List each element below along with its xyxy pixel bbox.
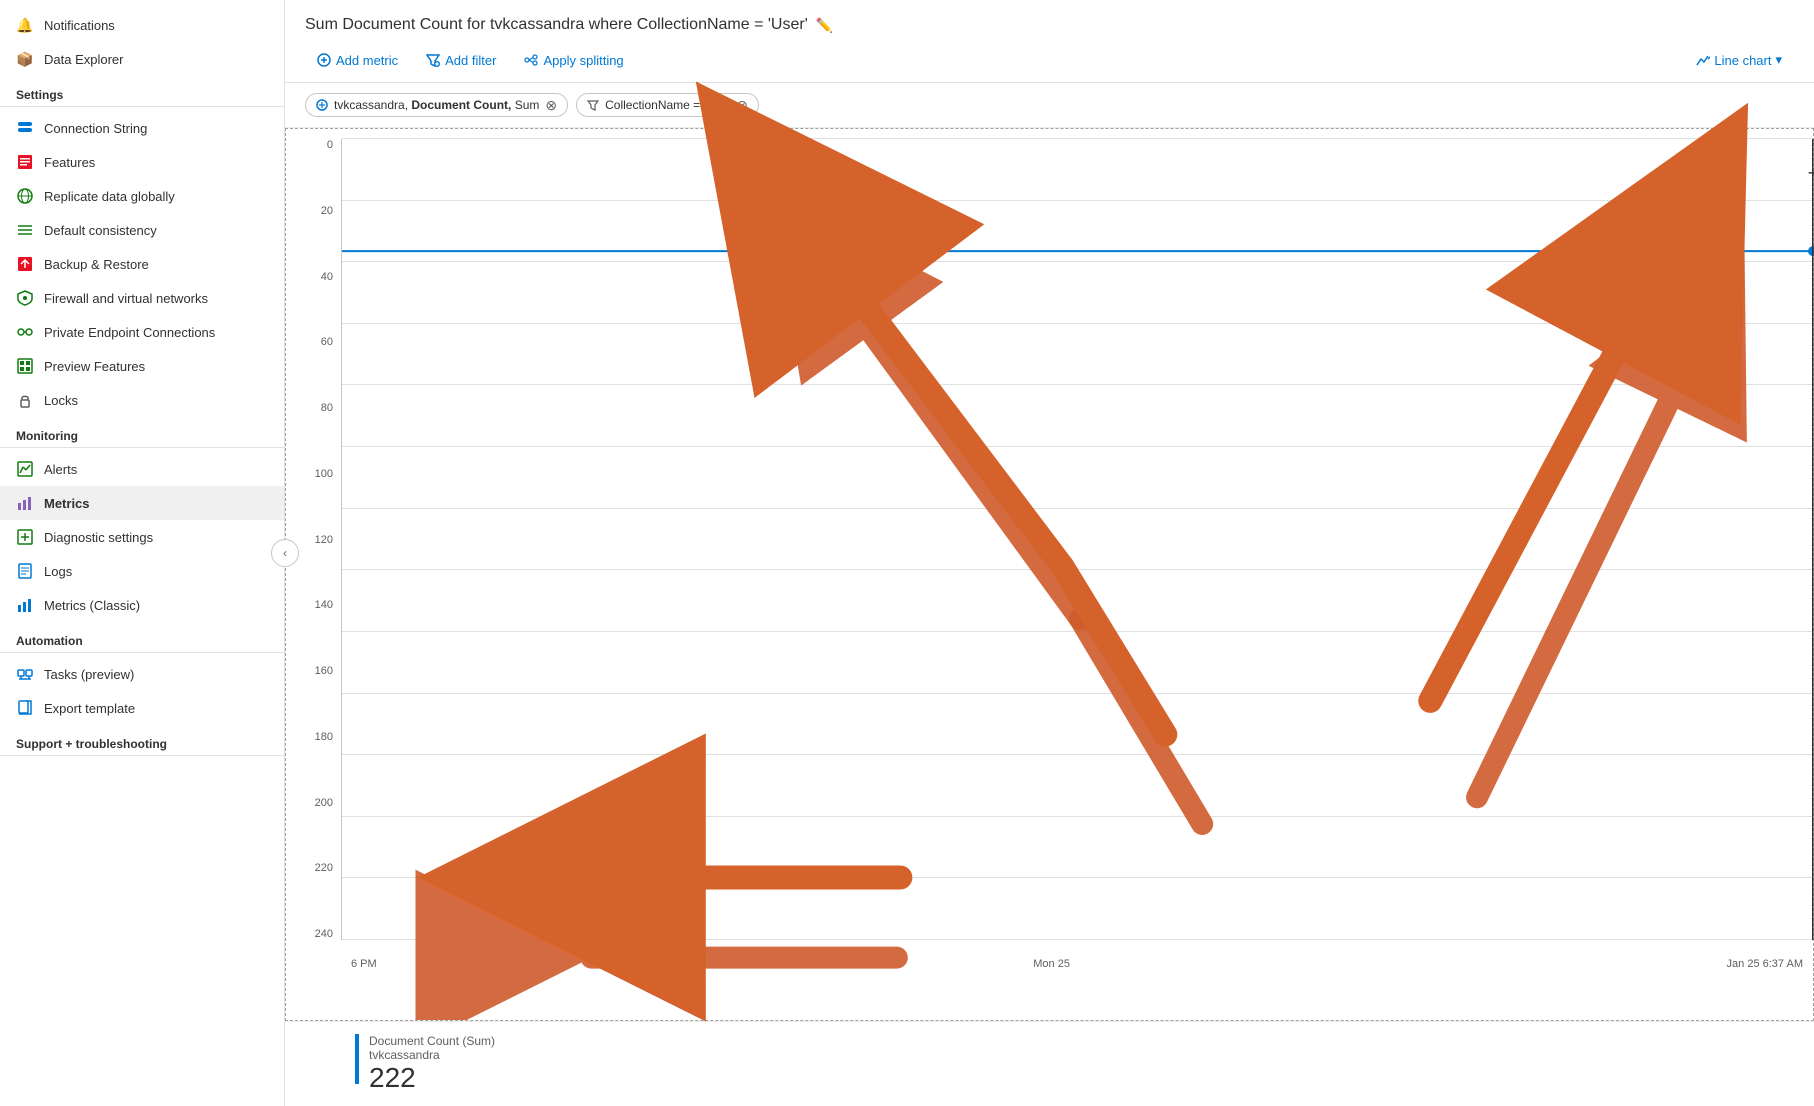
- sidebar-item-backup-restore[interactable]: Backup & Restore: [0, 247, 284, 281]
- endpoint-icon: [16, 323, 34, 341]
- add-metric-button[interactable]: Add metric: [305, 47, 410, 74]
- tasks-icon: [16, 665, 34, 683]
- sidebar-item-tasks[interactable]: Tasks (preview): [0, 657, 284, 691]
- database-icon: [16, 119, 34, 137]
- sidebar-item-data-explorer[interactable]: 📦 Data Explorer: [0, 42, 284, 76]
- chart-header: Sum Document Count for tvkcassandra wher…: [285, 0, 1814, 83]
- sidebar-item-label: Firewall and virtual networks: [44, 291, 208, 306]
- metric-pill-icon: [316, 99, 328, 111]
- chart-title: Sum Document Count for tvkcassandra wher…: [305, 16, 1794, 34]
- sidebar-item-private-endpoint[interactable]: Private Endpoint Connections: [0, 315, 284, 349]
- line-chart-button[interactable]: Line chart ▾: [1684, 46, 1794, 74]
- sidebar-item-label: Data Explorer: [44, 52, 123, 67]
- sidebar-collapse-button[interactable]: ‹: [271, 539, 299, 567]
- sidebar-item-default-consistency[interactable]: Default consistency: [0, 213, 284, 247]
- sidebar-item-label: Default consistency: [44, 223, 157, 238]
- sidebar-item-label: Locks: [44, 393, 78, 408]
- y-axis: 240 220 200 180 160 140 120 100 80 60 40…: [286, 139, 341, 940]
- main-content: Sum Document Count for tvkcassandra wher…: [285, 0, 1814, 1106]
- chart-area: 240 220 200 180 160 140 120 100 80 60 40…: [285, 128, 1814, 1021]
- x-axis: 6 PM Mon 25 Jan 25 6:37 AM: [341, 958, 1813, 970]
- legend-value: 222: [369, 1062, 495, 1094]
- consistency-icon: [16, 221, 34, 239]
- features-icon: [16, 153, 34, 171]
- sidebar-item-alerts[interactable]: Alerts: [0, 452, 284, 486]
- backup-icon: [16, 255, 34, 273]
- sidebar-item-preview-features[interactable]: Preview Features: [0, 349, 284, 383]
- sidebar-item-label: Diagnostic settings: [44, 530, 153, 545]
- sidebar: 🔔 Notifications 📦 Data Explorer Settings…: [0, 0, 285, 1106]
- sidebar-item-label: Backup & Restore: [44, 257, 149, 272]
- sidebar-item-label: Export template: [44, 701, 135, 716]
- diagnostic-icon: [16, 528, 34, 546]
- chart-grid: + +: [341, 139, 1813, 940]
- legend-series-label: Document Count (Sum): [369, 1034, 495, 1048]
- sidebar-item-label: Connection String: [44, 121, 147, 136]
- filter-bar: tvkcassandra, Document Count, Sum ⊗ Coll…: [285, 83, 1814, 128]
- sidebar-item-metrics-classic[interactable]: Metrics (Classic): [0, 588, 284, 622]
- export-icon: [16, 699, 34, 717]
- metrics-classic-icon: [16, 596, 34, 614]
- sidebar-item-locks[interactable]: Locks: [0, 383, 284, 417]
- settings-section: Settings: [0, 76, 284, 107]
- apply-splitting-button[interactable]: Apply splitting: [512, 47, 635, 74]
- sidebar-item-replicate[interactable]: Replicate data globally: [0, 179, 284, 213]
- sidebar-item-label: Alerts: [44, 462, 77, 477]
- x-label-jan25: Jan 25 6:37 AM: [1727, 958, 1803, 970]
- add-filter-icon: [426, 53, 440, 67]
- firewall-icon: [16, 289, 34, 307]
- metric-pill-text: tvkcassandra, Document Count, Sum: [334, 98, 539, 112]
- alerts-icon: [16, 460, 34, 478]
- add-metric-icon: [317, 53, 331, 67]
- filter-pill-icon: [587, 99, 599, 111]
- automation-section: Automation: [0, 622, 284, 653]
- sidebar-item-label: Tasks (preview): [44, 667, 134, 682]
- monitoring-section: Monitoring: [0, 417, 284, 448]
- x-label-mon25: Mon 25: [1033, 958, 1070, 970]
- sidebar-item-features[interactable]: Features: [0, 145, 284, 179]
- edit-icon[interactable]: ✏️: [816, 17, 833, 34]
- dropdown-chevron-icon: ▾: [1775, 52, 1782, 68]
- preview-icon: [16, 357, 34, 375]
- sidebar-item-connection-string[interactable]: Connection String: [0, 111, 284, 145]
- logs-icon: [16, 562, 34, 580]
- collection-filter-pill[interactable]: CollectionName = User ⊗: [576, 93, 759, 117]
- chart-line-svg: +: [342, 139, 1813, 940]
- sidebar-item-firewall[interactable]: Firewall and virtual networks: [0, 281, 284, 315]
- sidebar-item-label: Notifications: [44, 18, 115, 33]
- sidebar-item-label: Metrics: [44, 496, 90, 511]
- splitting-icon: [524, 53, 538, 67]
- sidebar-item-label: Metrics (Classic): [44, 598, 140, 613]
- collection-pill-text: CollectionName = User: [605, 98, 730, 112]
- sidebar-item-diagnostic[interactable]: Diagnostic settings: [0, 520, 284, 554]
- x-label-6pm: 6 PM: [351, 958, 377, 970]
- sidebar-item-label: Preview Features: [44, 359, 145, 374]
- metrics-icon: [16, 494, 34, 512]
- globe-icon: [16, 187, 34, 205]
- chart-toolbar: Add metric Add filter Apply splitting Li…: [305, 46, 1794, 74]
- line-chart-icon: [1696, 53, 1710, 67]
- add-filter-button[interactable]: Add filter: [414, 47, 508, 74]
- sidebar-item-label: Logs: [44, 564, 72, 579]
- metric-pill-close[interactable]: ⊗: [545, 98, 557, 112]
- support-section: Support + troubleshooting: [0, 725, 284, 756]
- lock-icon: [16, 391, 34, 409]
- bell-icon: 🔔: [16, 16, 34, 34]
- sidebar-item-logs[interactable]: Logs: [0, 554, 284, 588]
- sidebar-item-notifications[interactable]: 🔔 Notifications: [0, 8, 284, 42]
- crosshair-vertical: [1812, 139, 1813, 940]
- sidebar-item-label: Features: [44, 155, 95, 170]
- chart-legend: Document Count (Sum) tvkcassandra 222: [285, 1021, 1814, 1106]
- sidebar-item-label: Replicate data globally: [44, 189, 175, 204]
- metric-filter-pill[interactable]: tvkcassandra, Document Count, Sum ⊗: [305, 93, 568, 117]
- legend-color-bar: [355, 1034, 359, 1084]
- collection-pill-close[interactable]: ⊗: [736, 98, 748, 112]
- sidebar-item-export-template[interactable]: Export template: [0, 691, 284, 725]
- sidebar-item-label: Private Endpoint Connections: [44, 325, 215, 340]
- sidebar-item-metrics[interactable]: Metrics: [0, 486, 284, 520]
- cube-icon: 📦: [16, 50, 34, 68]
- legend-info: Document Count (Sum) tvkcassandra 222: [369, 1034, 495, 1094]
- legend-series-name: tvkcassandra: [369, 1048, 495, 1062]
